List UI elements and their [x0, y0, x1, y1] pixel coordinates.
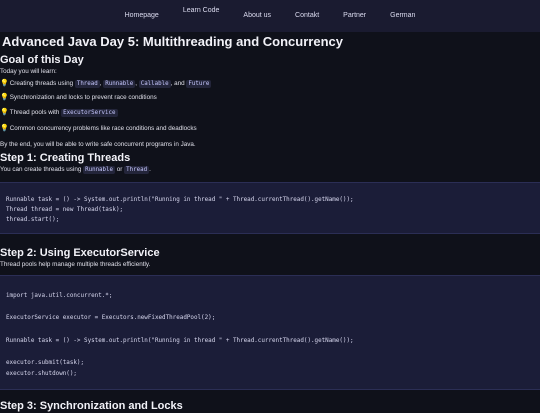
nav-item-homepage[interactable]: Homepage: [113, 0, 171, 32]
nav-menu: Homepage Learn Code About us Contakt Par…: [113, 0, 428, 32]
goal-list: 💡Creating threads using Thread, Runnable…: [0, 78, 540, 136]
lightbulb-icon: 💡: [0, 109, 9, 116]
nav-item-learn-code[interactable]: Learn Code: [171, 0, 232, 27]
main-content: Advanced Java Day 5: Multithreading and …: [0, 33, 540, 413]
inline-code: Runnable: [103, 80, 136, 88]
lightbulb-icon: 💡: [0, 125, 9, 132]
inline-code: Callable: [138, 80, 171, 88]
goal-heading: Goal of this Day: [0, 54, 84, 66]
inline-code: Future: [186, 80, 212, 88]
list-item: 💡Synchronization and locks to prevent ra…: [0, 94, 157, 101]
inline-code: Thread: [74, 80, 100, 88]
page-title: Advanced Java Day 5: Multithreading and …: [2, 34, 343, 49]
step1-heading: Step 1: Creating Threads: [0, 152, 131, 164]
step3-heading: Step 3: Synchronization and Locks: [0, 399, 183, 412]
nav-item-contakt[interactable]: Contakt: [283, 0, 331, 32]
inline-code: ExecutorService: [61, 109, 118, 117]
code-text: Runnable task = () -> System.out.println…: [6, 197, 354, 223]
code-block-step2[interactable]: import java.util.concurrent.*; ExecutorS…: [0, 275, 540, 390]
outro-text: By the end, you will be able to write sa…: [0, 141, 196, 148]
list-item: 💡Creating threads using Thread, Runnable…: [0, 80, 212, 88]
list-item: 💡Common concurrency problems like race c…: [0, 125, 197, 132]
code-block-step1[interactable]: Runnable task = () -> System.out.println…: [0, 182, 540, 234]
lightbulb-icon: 💡: [0, 94, 9, 101]
list-item: 💡Thread pools with ExecutorService: [0, 109, 118, 117]
step1-text: You can create threads using Runnable or…: [0, 166, 151, 174]
nav-item-german[interactable]: German: [378, 0, 427, 32]
top-navigation-bar: Homepage Learn Code About us Contakt Par…: [0, 0, 540, 32]
nav-item-partner[interactable]: Partner: [331, 0, 378, 32]
intro-text: Today you will learn:: [0, 68, 57, 75]
lightbulb-icon: 💡: [0, 80, 9, 87]
code-text: import java.util.concurrent.*; ExecutorS…: [6, 293, 354, 378]
nav-item-about-us[interactable]: About us: [231, 0, 283, 32]
step2-heading: Step 2: Using ExecutorService: [0, 247, 160, 259]
step2-text: Thread pools help manage multiple thread…: [0, 261, 151, 268]
inline-code: Thread: [124, 166, 150, 174]
inline-code: Runnable: [83, 166, 116, 174]
